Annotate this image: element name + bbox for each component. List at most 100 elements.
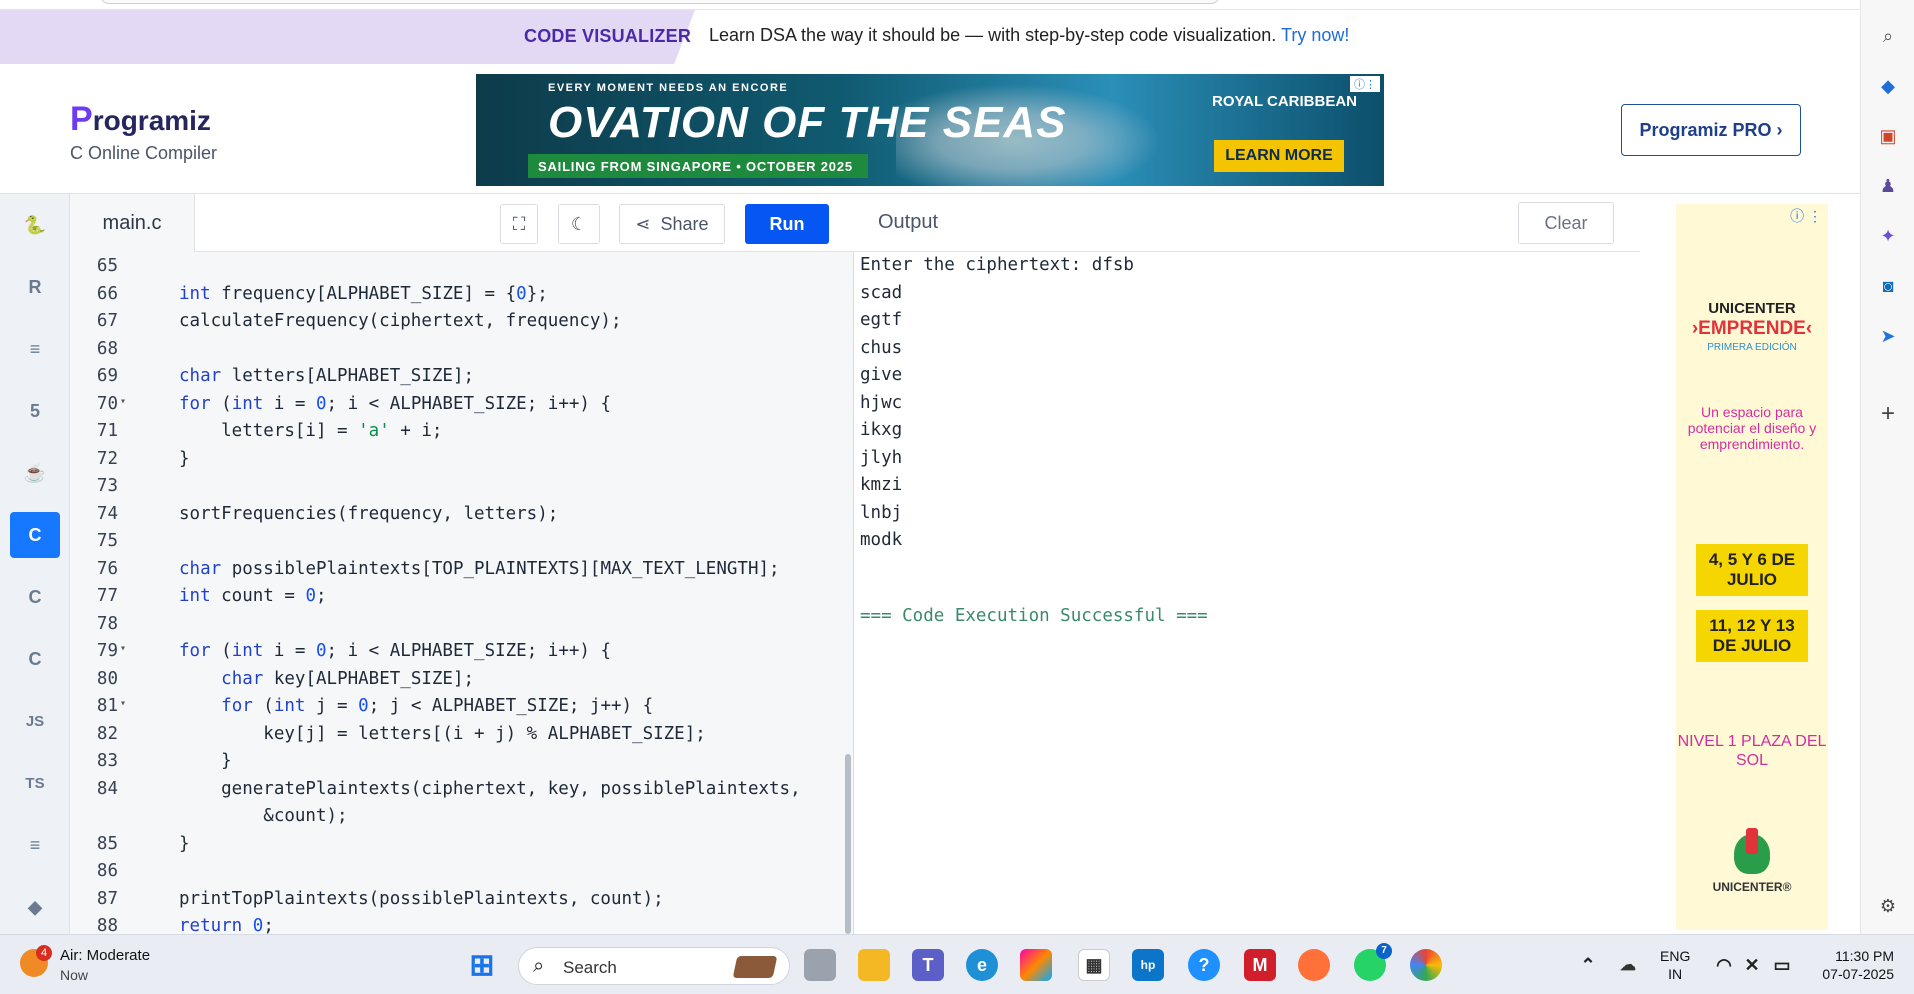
chrome-icon[interactable] [1410,949,1442,981]
output-line: chus [860,337,903,358]
tag-icon[interactable]: ◆ [1876,74,1900,98]
r-icon[interactable]: R [10,264,60,310]
code-area[interactable]: 65 66 int frequency[ALPHABET_SIZE] = {0}; 6… [70,252,840,934]
go-icon[interactable]: ≡ [10,822,60,868]
firefox-icon[interactable] [1298,949,1330,981]
code-line: 83 } [70,751,830,778]
code-line: 76 char possiblePlaintexts[TOP_PLAINTEXTS… [70,559,830,586]
windows-start-icon[interactable]: ⊞ [466,949,498,982]
line-number: 75 [96,531,118,551]
programiz-logo[interactable]: Programiz [70,100,211,139]
code-line: 70 ▾ for (int i = 0; i < ALPHABET_SIZE; i+… [70,394,830,421]
mcafee-icon[interactable]: M [1244,949,1276,981]
fold-toggle-icon[interactable]: ▾ [120,643,126,654]
line-number: 73 [96,476,118,496]
volume-muted-icon[interactable]: ✕ [1736,949,1768,981]
javascript-icon[interactable]: JS [10,698,60,744]
task-view-icon[interactable] [804,949,836,981]
games-icon[interactable]: ♟ [1876,174,1900,198]
search-icon[interactable]: ⌕ [1876,24,1900,48]
side-ad-edition: PRIMERA EDICIÓN [1707,342,1797,353]
outlook-icon[interactable]: ◙ [1876,274,1900,298]
code-line: 81 ▾ for (int j = 0; j < ALPHABET_SIZE; j… [70,696,830,723]
myhp-icon[interactable]: hp [1132,949,1164,981]
lang-bottom: IN [1668,966,1683,982]
output-line: hjwc [860,392,903,413]
file-tab-main-c[interactable]: main.c [70,194,195,252]
programiz-pro-button[interactable]: Programiz PRO › [1621,104,1801,156]
edge-icon[interactable]: e [966,949,998,981]
add-icon[interactable]: + [1876,400,1900,427]
teams-icon[interactable]: T [912,949,944,981]
fold-toggle-icon[interactable]: ▾ [120,698,126,709]
editor-scrollbar[interactable] [842,252,854,934]
output-line: lnbj [860,502,903,523]
copilot-icon[interactable]: ✦ [1876,224,1900,248]
chevron-up-icon[interactable]: ⌃ [1572,949,1604,981]
c-icon[interactable]: C [10,512,60,558]
promo-tag[interactable]: CODE VISUALIZER [524,26,691,47]
output-line: give [860,365,903,385]
share-button[interactable]: ⋖ Share [619,204,725,244]
ad-info-icon[interactable]: ⓘ ⋮ [1790,206,1822,226]
fullscreen-icon[interactable]: ⛶ [500,204,538,244]
whatsapp-icon[interactable]: 7 [1354,943,1392,981]
promo-message: Learn DSA the way it should be — with st… [709,25,1349,46]
sql-icon[interactable]: ≡ [10,326,60,372]
promo-link[interactable]: Try now! [1281,25,1349,45]
output-line: modk [860,530,903,550]
output-panel: Output Clear Enter the ciphertext: dfsb s… [854,194,1640,934]
dark-mode-icon[interactable]: ☾ [558,204,600,244]
code-line: 80 char key[ALPHABET_SIZE]; [70,669,830,696]
code-text: generatePlaintexts(ciphertext, key, poss… [179,778,801,799]
ad-title: OVATION OF THE SEAS [548,98,1067,147]
html-icon[interactable]: 5 [10,388,60,434]
code-line: 88 return 0; [70,916,830,934]
windows-taskbar: 4 Air: Moderate Now ⊞ ⌕ Search T e ▦ hp … [0,934,1914,994]
code-line: 77 int count = 0; [70,586,830,613]
scrollbar-thumb[interactable] [845,754,851,934]
output-line: Enter the ciphertext: dfsb [860,255,1134,275]
code-line: 72} [70,449,830,476]
code-editor: main.c ⛶ ☾ ⋖ Share Run 65 66 int frequency[… [70,194,854,934]
toolbox-icon[interactable]: ▣ [1876,124,1900,148]
csharp-icon[interactable]: C [10,636,60,682]
java-icon[interactable]: ☕ [10,450,60,496]
run-button[interactable]: Run [745,204,829,244]
swift-icon[interactable]: ◆ [10,884,60,930]
line-number: 78 [96,613,118,634]
promo-banner: CODE VISUALIZER Learn DSA the way it sho… [0,10,1860,64]
input-language[interactable]: ENG IN [1660,947,1690,983]
line-number: 72 [96,448,118,469]
fold-toggle-icon[interactable]: ▾ [120,396,126,407]
side-ad-date-2: 11, 12 Y 13 DE JULIO [1696,610,1808,662]
code-line: 79 ▾ for (int i = 0; i < ALPHABET_SIZE; i+… [70,641,830,668]
help-icon[interactable]: ? [1188,949,1220,981]
address-bar[interactable] [100,0,1220,4]
code-line: &count); [70,806,830,833]
line-number: 71 [96,421,118,441]
side-ad[interactable]: ⓘ ⋮ UNICENTER ›EMPRENDE‹ PRIMERA EDICIÓN… [1676,204,1828,930]
onedrive-icon[interactable]: ☁ [1612,949,1644,981]
copilot-app-icon[interactable] [1020,949,1052,981]
settings-icon[interactable]: ⚙ [1876,894,1900,918]
code-text: } [179,833,190,854]
line-number: 86 [96,861,118,881]
ad-learn-more-button[interactable]: LEARN MORE [1214,140,1344,172]
code-line: 75 [70,531,830,558]
typescript-icon[interactable]: TS [10,760,60,806]
send-icon[interactable]: ➤ [1876,324,1900,348]
clock[interactable]: 11:30 PM 07-07-2025 [1820,947,1894,983]
code-line: 69 char letters[ALPHABET_SIZE]; [70,366,830,393]
code-text: for (int i = 0; i < ALPHABET_SIZE; i++) … [179,641,612,661]
info-icon[interactable]: ⓘ⋮ [1350,76,1380,92]
store-icon[interactable]: ▦ [1078,949,1110,981]
battery-icon[interactable]: ▭ [1766,949,1798,981]
ad-banner[interactable]: EVERY MOMENT NEEDS AN ENCORE OVATION OF … [476,74,1384,186]
clear-button[interactable]: Clear [1518,202,1614,244]
file-explorer-icon[interactable] [858,949,890,981]
taskbar-search[interactable]: ⌕ Search [518,947,790,985]
python-icon[interactable]: 🐍 [10,202,60,248]
cpp-icon[interactable]: C [10,574,60,620]
line-number: 84 [96,778,118,799]
